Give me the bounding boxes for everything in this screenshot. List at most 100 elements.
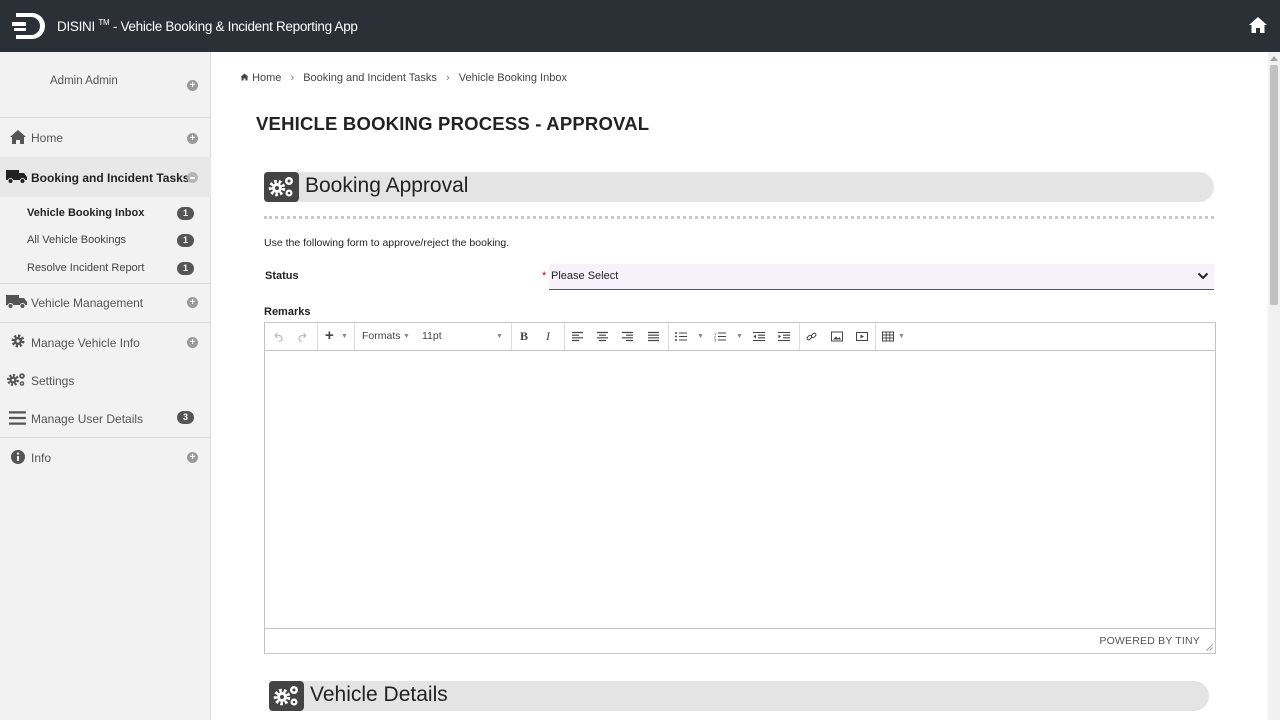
image-icon[interactable] [831,329,843,344]
expand-icon[interactable]: + [187,297,198,308]
toolbar-separator [354,323,355,350]
indent-icon[interactable] [778,329,790,344]
sidebar: Admin Admin + Home + Booking and Inciden… [0,52,211,720]
toolbar-separator [564,323,565,350]
breadcrumb-separator: › [445,72,450,84]
sidebar-item-home[interactable]: Home + [0,128,211,146]
user-panel: Admin Admin + [0,52,211,118]
link-icon[interactable] [806,329,817,344]
align-left-icon[interactable] [572,329,583,344]
scrollbar-thumb[interactable] [1270,65,1278,305]
sidebar-item-label: Home [31,131,64,145]
expand-user-icon[interactable]: + [187,80,198,91]
remarks-text-area[interactable] [265,351,1215,628]
info-icon [11,450,25,464]
top-bar: DISINI TM - Vehicle Booking & Incident R… [0,0,1280,52]
align-justify-icon[interactable] [648,329,659,344]
chevron-down-icon [1197,272,1209,280]
expand-icon[interactable]: + [187,452,198,463]
redo-icon[interactable] [298,329,308,344]
page-scrollbar[interactable] [1268,52,1280,720]
collapse-icon[interactable] [187,172,198,183]
editor-toolbar: + ▼ Formats ▼ 11pt ▼ B I ▼ 1 2 3 ▼ ▼ [265,323,1215,351]
expand-icon[interactable]: + [187,337,198,348]
menu-icon [9,411,26,425]
undo-icon[interactable] [273,329,283,344]
sidebar-item-booking-tasks[interactable]: Booking and Incident Tasks [0,168,211,186]
booking-approval-header: Booking Approval [264,172,1214,202]
sidebar-subitem-booking-inbox[interactable]: Vehicle Booking Inbox [27,207,144,219]
sidebar-item-label: Vehicle Management [31,296,144,310]
scroll-up-icon[interactable] [1270,55,1278,61]
sidebar-item-manage-vehicle-info[interactable]: Manage Vehicle Info + [0,333,211,351]
trademark: TM [98,18,110,27]
truck-icon [6,295,27,309]
app-subtitle: - Vehicle Booking & Incident Reporting A… [112,19,358,34]
toolbar-separator [317,323,318,350]
align-right-icon[interactable] [622,329,633,344]
chevron-down-icon[interactable]: ▼ [496,329,503,344]
sidebar-item-label: Settings [31,374,75,388]
divider [264,216,1214,219]
chevron-down-icon[interactable]: ▼ [898,329,905,344]
outdent-icon[interactable] [753,329,765,344]
powered-by-link[interactable]: POWERED BY TINY [1099,635,1200,647]
vehicle-details-header: Vehicle Details [269,681,1209,711]
breadcrumb-booking-inbox[interactable]: Vehicle Booking Inbox [459,72,567,84]
help-text: Use the following form to approve/reject… [264,237,510,249]
divider [0,283,211,284]
toolbar-separator [799,323,800,350]
numbered-list-icon[interactable]: 1 2 3 [714,329,726,344]
app-name: DISINI [57,19,95,34]
resize-handle-icon[interactable] [1206,644,1213,651]
page-title: VEHICLE BOOKING PROCESS - APPROVAL [256,113,650,134]
status-label: Status [265,270,299,282]
app-logo-icon[interactable] [12,10,48,42]
chevron-down-icon[interactable]: ▼ [341,329,348,344]
italic-button[interactable]: I [546,329,550,344]
font-size-dropdown[interactable]: 11pt [422,329,442,344]
breadcrumb: Home › Booking and Incident Tasks › Vehi… [240,72,567,84]
toolbar-separator [875,323,876,350]
bold-button[interactable]: B [520,329,528,344]
section-title: Booking Approval [305,174,469,197]
sidebar-item-settings[interactable]: Settings [0,371,211,389]
sidebar-item-manage-user-details[interactable]: Manage User Details 3 [0,409,211,427]
table-icon[interactable] [882,329,894,344]
media-icon[interactable] [856,329,868,344]
gears-icon [264,172,299,202]
sidebar-item-label: Manage Vehicle Info [31,336,140,350]
breadcrumb-home[interactable]: Home [252,72,281,84]
sidebar-item-vehicle-management[interactable]: Vehicle Management + [0,293,211,311]
divider [0,322,211,323]
insert-plus-icon[interactable]: + [325,328,334,344]
expand-icon[interactable]: + [187,133,198,144]
sidebar-subitem-resolve-incident[interactable]: Resolve Incident Report [27,262,144,274]
chevron-down-icon[interactable]: ▼ [403,329,410,344]
chevron-down-icon[interactable]: ▼ [736,329,743,344]
remarks-editor: + ▼ Formats ▼ 11pt ▼ B I ▼ 1 2 3 ▼ ▼ POW… [264,322,1216,654]
count-badge: 3 [177,411,194,424]
section-title: Vehicle Details [310,683,448,706]
home-icon[interactable] [1248,16,1268,34]
chevron-down-icon[interactable]: ▼ [697,329,704,344]
sidebar-subitem-all-bookings[interactable]: All Vehicle Bookings [27,234,126,246]
sidebar-item-info[interactable]: Info + [0,448,211,466]
bullet-list-icon[interactable] [675,329,687,344]
remarks-label: Remarks [264,306,311,318]
formats-dropdown[interactable]: Formats [362,329,401,344]
home-icon [240,73,249,81]
svg-text:3: 3 [714,339,716,343]
breadcrumb-booking-tasks[interactable]: Booking and Incident Tasks [303,72,437,84]
sidebar-item-label: Booking and Incident Tasks [31,171,190,185]
count-badge: 1 [177,234,194,247]
breadcrumb-separator: › [290,72,295,84]
toolbar-separator [511,323,512,350]
home-icon [10,130,26,144]
align-center-icon[interactable] [597,329,608,344]
count-badge: 1 [177,207,194,220]
sidebar-item-label: Info [31,451,52,465]
count-badge: 1 [177,262,194,275]
sidebar-item-label: Manage User Details [31,412,144,426]
status-select[interactable]: Please Select [549,264,1214,290]
